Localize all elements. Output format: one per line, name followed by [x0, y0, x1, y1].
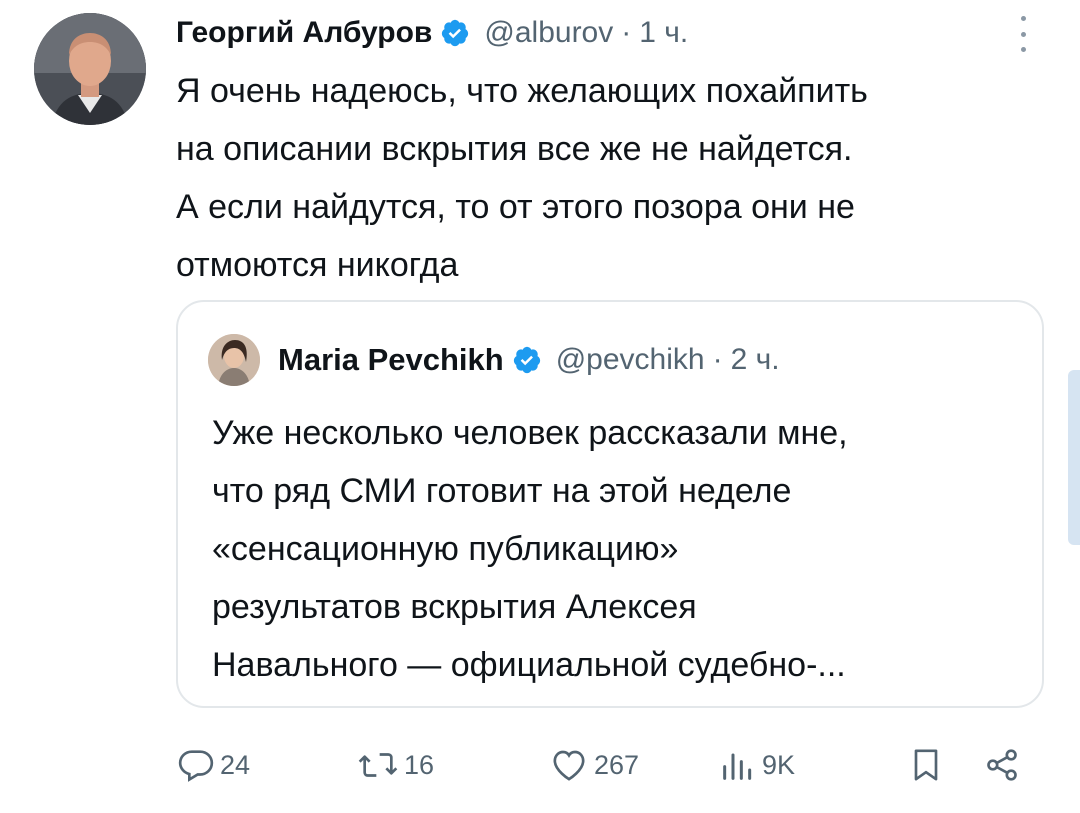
repost-icon	[358, 753, 398, 777]
quoted-tweet-header: Maria Pevchikh @pevchikh · 2 ч.	[208, 334, 780, 386]
meta-separator: ·	[621, 16, 632, 49]
bookmark-button[interactable]	[906, 735, 946, 795]
verified-badge-icon	[512, 345, 542, 375]
views-chart-icon	[723, 753, 752, 780]
views-count: 9K	[762, 749, 796, 780]
more-dot	[1020, 16, 1026, 21]
bookmark-icon	[914, 749, 938, 781]
quoted-tweet-card[interactable]: Maria Pevchikh @pevchikh · 2 ч. Уже неск…	[176, 300, 1044, 708]
more-dot	[1020, 47, 1026, 52]
more-options-icon[interactable]	[1013, 16, 1033, 52]
views-button[interactable]: 9K	[718, 735, 795, 795]
action-bar: 24 16 267 9K	[0, 735, 1080, 795]
author-handle[interactable]: @alburov	[484, 16, 613, 50]
tweet-header: Георгий Албуров @alburov · 1 ч.	[176, 10, 688, 56]
author-avatar-image	[34, 13, 146, 125]
scrollbar[interactable]	[1068, 370, 1080, 545]
like-count: 267	[594, 749, 640, 780]
share-button[interactable]	[982, 735, 1022, 795]
quoted-tweet-time[interactable]: 2 ч.	[731, 343, 780, 377]
quoted-author-handle[interactable]: @pevchikh	[556, 343, 705, 377]
reply-button[interactable]: 24	[176, 735, 250, 795]
share-icon	[987, 749, 1017, 781]
like-button[interactable]: 267	[548, 735, 639, 795]
verified-badge-icon	[440, 18, 470, 48]
quoted-author-name[interactable]: Maria Pevchikh	[278, 342, 504, 378]
tweet-time[interactable]: 1 ч.	[639, 16, 688, 50]
reply-icon	[178, 750, 214, 782]
heart-icon	[553, 750, 585, 781]
author-avatar[interactable]	[34, 13, 146, 125]
more-dot	[1020, 31, 1026, 37]
tweet-text: Я очень надеюсь, что желающих похайпить …	[176, 72, 868, 284]
quoted-meta-separator: ·	[712, 343, 723, 376]
author-name[interactable]: Георгий Албуров	[176, 16, 432, 50]
repost-count: 16	[404, 749, 435, 780]
quoted-author-avatar	[208, 334, 260, 386]
repost-button[interactable]: 16	[356, 735, 434, 795]
reply-count: 24	[220, 749, 251, 780]
quoted-tweet-text: Уже несколько человек рассказали мне, чт…	[212, 414, 848, 684]
